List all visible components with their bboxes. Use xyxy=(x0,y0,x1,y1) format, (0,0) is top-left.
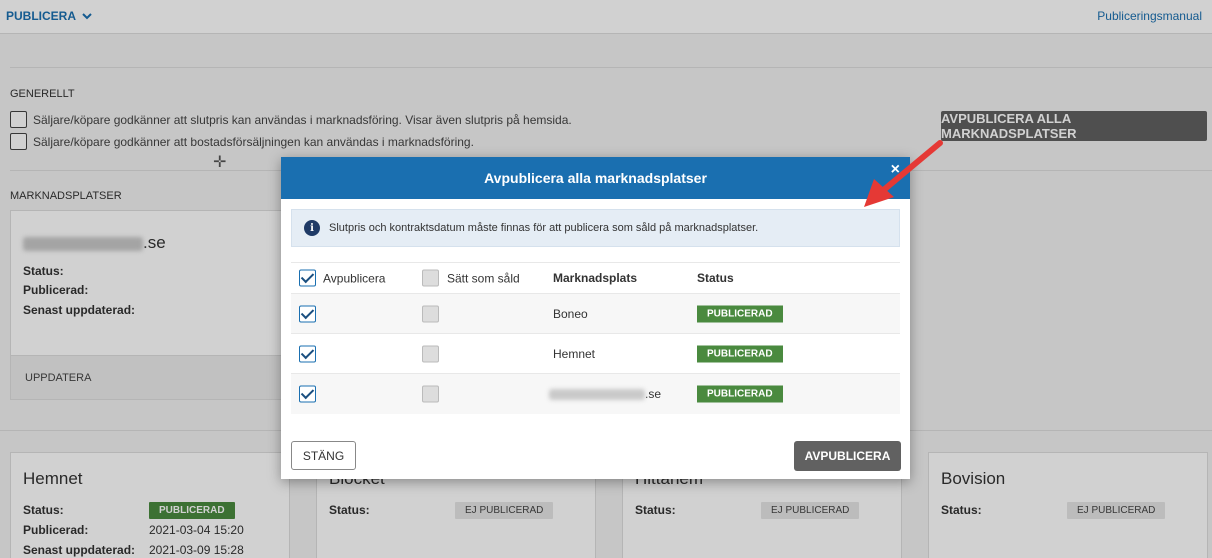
table-row: Hemnet PUBLICERAD xyxy=(291,334,900,374)
status-badge: PUBLICERAD xyxy=(697,305,783,322)
column-header-unpublish: Avpublicera xyxy=(323,271,386,285)
status-badge: PUBLICERAD xyxy=(697,385,783,403)
table-row: Boneo PUBLICERAD xyxy=(291,294,900,334)
column-header-marketplace: Marknadsplats xyxy=(553,271,638,285)
status-badge: PUBLICERAD xyxy=(697,345,783,362)
info-banner: i Slutpris och kontraktsdatum måste finn… xyxy=(291,209,900,247)
unpublish-checkbox[interactable] xyxy=(299,305,316,322)
mark-sold-checkbox[interactable] xyxy=(422,385,439,403)
dialog-header: Avpublicera alla marknadsplatser × xyxy=(281,157,910,199)
unpublish-button[interactable]: AVPUBLICERA xyxy=(794,441,901,471)
table-header-row: Avpublicera Sätt som såld Marknadsplats … xyxy=(291,262,900,294)
select-all-sold-checkbox[interactable] xyxy=(422,269,439,287)
marketplace-name: Boneo xyxy=(553,306,588,321)
info-icon: i xyxy=(304,220,320,236)
select-all-unpublish-checkbox[interactable] xyxy=(299,269,316,287)
redacted-text xyxy=(549,389,645,401)
annotation-arrow-icon xyxy=(864,140,943,207)
unpublish-checkbox[interactable] xyxy=(299,385,316,403)
info-text: Slutpris och kontraktsdatum måste finnas… xyxy=(329,222,759,234)
unpublish-all-dialog: Avpublicera alla marknadsplatser × i Slu… xyxy=(281,157,910,479)
dialog-title: Avpublicera alla marknadsplatser xyxy=(484,170,707,186)
mark-sold-checkbox[interactable] xyxy=(422,345,439,362)
close-button[interactable]: STÄNG xyxy=(291,441,356,470)
column-header-mark-sold: Sätt som såld xyxy=(447,271,520,285)
marketplace-name: Hemnet xyxy=(553,346,596,361)
column-header-status: Status xyxy=(697,271,734,285)
marketplace-table: Avpublicera Sätt som såld Marknadsplats … xyxy=(291,262,900,414)
mark-sold-checkbox[interactable] xyxy=(422,305,439,322)
unpublish-checkbox[interactable] xyxy=(299,345,316,362)
table-row: .se PUBLICERAD xyxy=(291,374,900,414)
marketplace-name: .se xyxy=(549,387,661,401)
